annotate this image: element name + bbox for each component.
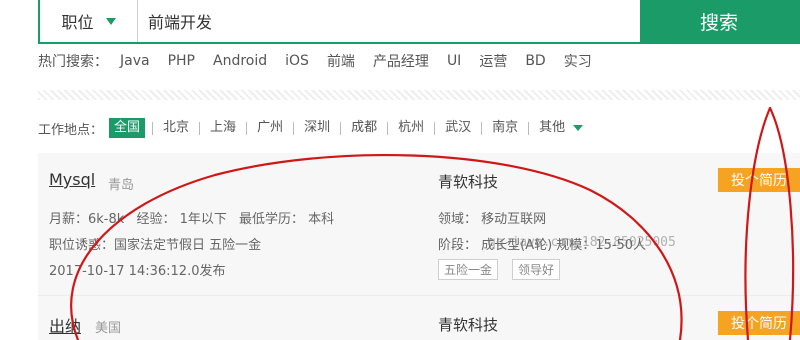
company-tag: 领导好 (512, 259, 561, 280)
job-city: 青岛 (108, 178, 135, 193)
location-filter: 工作地点： 全国 北京 上海 广州 深圳 成都 杭州 武汉 南京 其他 (38, 117, 586, 139)
search-input[interactable] (138, 0, 640, 42)
location-separator (246, 121, 248, 135)
job-benefits: 职位诱惑：国家法定节假日 五险一金 (49, 238, 262, 253)
location-item[interactable]: 上海 (207, 118, 239, 138)
section-divider (38, 90, 800, 100)
apply-button[interactable]: 投个简历 (718, 168, 800, 192)
location-filter-label: 工作地点： (38, 122, 104, 138)
job-city: 美国 (95, 321, 122, 336)
job-experience: 经验： 1年以下 (136, 212, 227, 227)
location-more-label: 其他 (539, 120, 566, 135)
location-item[interactable]: 北京 (160, 118, 192, 138)
category-select[interactable]: 职位 (40, 0, 138, 42)
hot-search-item[interactable]: UI (447, 53, 461, 69)
chevron-down-icon (105, 17, 116, 25)
location-separator (528, 121, 530, 135)
hot-search-item[interactable]: iOS (285, 53, 309, 69)
job-posted-time: 2017-10-17 14:36:12.0发布 (49, 264, 226, 279)
hot-search-item[interactable]: 前端 (327, 51, 355, 71)
location-item[interactable]: 深圳 (301, 118, 333, 138)
location-separator (340, 121, 342, 135)
hot-search-row: 热门搜索： Java PHP Android iOS 前端 产品经理 UI 运营… (38, 50, 610, 72)
company-tag: 五险一金 (438, 259, 499, 280)
location-separator (387, 121, 389, 135)
search-bar: 职位 搜索 (38, 0, 800, 44)
chevron-down-icon (573, 124, 584, 131)
location-separator (293, 121, 295, 135)
location-separator (481, 121, 483, 135)
hot-search-item[interactable]: 实习 (564, 51, 592, 71)
search-button[interactable]: 搜索 (640, 0, 798, 42)
job-requirements: 月薪：6k-8k 经验： 1年以下 最低学历： 本科 (49, 208, 342, 227)
company-name-link[interactable]: 青软科技 (438, 314, 498, 335)
hot-search-item[interactable]: Android (213, 53, 267, 69)
location-item[interactable]: 成都 (348, 118, 380, 138)
apply-button[interactable]: 投个简历 (718, 311, 800, 335)
location-item[interactable]: 南京 (489, 118, 521, 138)
location-item[interactable]: 武汉 (442, 118, 474, 138)
location-item[interactable]: 广州 (254, 118, 286, 138)
location-more[interactable]: 其他 (536, 118, 586, 138)
company-name-link[interactable]: 青软科技 (438, 171, 498, 192)
job-education: 最低学历： 本科 (238, 212, 335, 227)
location-separator (199, 121, 201, 135)
location-item[interactable]: 杭州 (395, 118, 427, 138)
location-item-all[interactable]: 全国 (109, 118, 146, 138)
location-separator (434, 121, 436, 135)
hot-search-item[interactable]: BD (525, 53, 545, 69)
job-title-link[interactable]: 出纳 (49, 313, 81, 337)
hot-search-label: 热门搜索： (38, 54, 108, 70)
company-field: 领域： 移动互联网 (438, 212, 547, 227)
job-card: Mysql 青岛 月薪：6k-8k 经验： 1年以下 最低学历： 本科 职位诱惑… (38, 153, 800, 296)
company-tags: 五险一金 领导好 (438, 259, 561, 280)
location-separator (152, 121, 154, 135)
hot-search-item[interactable]: PHP (168, 53, 195, 69)
job-list: Mysql 青岛 月薪：6k-8k 经验： 1年以下 最低学历： 本科 职位诱惑… (38, 153, 800, 340)
job-title-link[interactable]: Mysql (49, 170, 95, 189)
hot-search-item[interactable]: 产品经理 (373, 51, 429, 71)
job-card: 出纳 美国 青软科技 投个简历 (38, 301, 800, 340)
hot-search-item[interactable]: Java (120, 53, 150, 69)
category-select-label: 职位 (61, 13, 94, 32)
hot-search-item[interactable]: 运营 (479, 51, 507, 71)
watermark-text: qq-java.com 182-85025005 (488, 235, 676, 250)
job-salary: 月薪：6k-8k (49, 212, 125, 227)
